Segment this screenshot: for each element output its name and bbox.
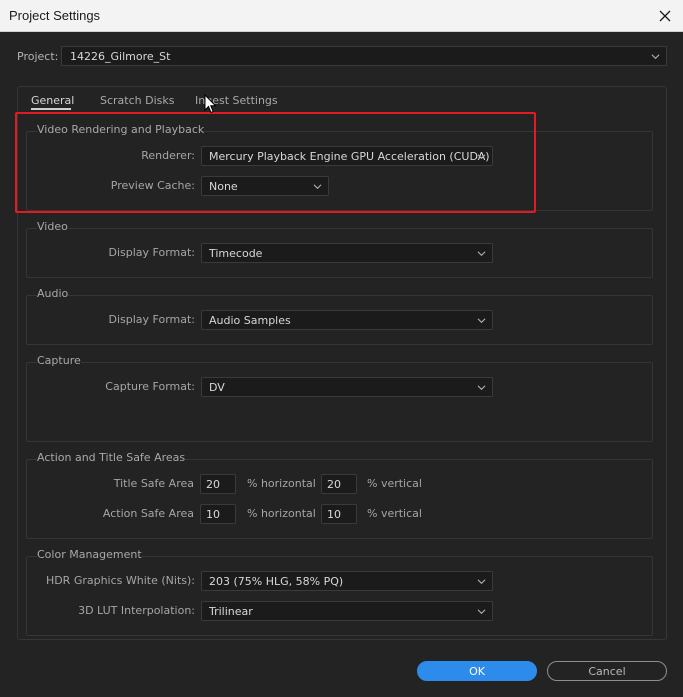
video-display-format-label: Display Format: <box>108 246 195 259</box>
title-safe-vertical-input[interactable]: 20 <box>321 474 357 494</box>
project-label: Project: <box>17 50 59 63</box>
hdr-white-label: HDR Graphics White (Nits): <box>45 574 195 587</box>
mouse-cursor-icon <box>204 94 217 114</box>
chevron-down-icon <box>477 385 486 391</box>
audio-display-format-label: Display Format: <box>108 313 195 326</box>
chevron-down-icon <box>651 54 660 60</box>
tab-general[interactable]: General <box>31 94 74 107</box>
lut-interpolation-label: 3D LUT Interpolation: <box>78 604 195 617</box>
audio-display-format-dropdown[interactable]: Audio Samples <box>201 310 493 330</box>
action-safe-horizontal-unit: % horizontal <box>247 507 316 520</box>
project-value: 14226_Gilmore_St <box>70 50 171 63</box>
group-title: Action and Title Safe Areas <box>37 451 186 464</box>
window-title: Project Settings <box>9 8 101 23</box>
title-safe-label: Title Safe Area <box>113 477 194 490</box>
title-safe-vertical-unit: % vertical <box>367 477 422 490</box>
safe-areas-group: Action and Title Safe Areas <box>26 451 653 539</box>
title-bar: Project Settings <box>0 0 683 32</box>
title-safe-horizontal-unit: % horizontal <box>247 477 316 490</box>
lut-interpolation-dropdown[interactable]: Trilinear <box>201 601 493 621</box>
tab-scratch-disks[interactable]: Scratch Disks <box>100 94 174 107</box>
capture-format-label: Capture Format: <box>105 380 195 393</box>
close-button[interactable] <box>653 4 677 28</box>
capture-format-value: DV <box>209 381 225 394</box>
video-display-format-value: Timecode <box>209 247 263 260</box>
video-display-format-dropdown[interactable]: Timecode <box>201 243 493 263</box>
group-title: Audio <box>37 287 69 300</box>
chevron-down-icon <box>477 251 486 257</box>
close-icon[interactable] <box>653 4 677 28</box>
audio-display-format-value: Audio Samples <box>209 314 291 327</box>
action-safe-vertical-input[interactable]: 10 <box>321 504 357 524</box>
ok-button[interactable]: OK <box>417 661 537 681</box>
chevron-down-icon <box>477 579 486 585</box>
group-title: Video <box>37 220 68 233</box>
cancel-button[interactable]: Cancel <box>547 661 667 681</box>
action-safe-label: Action Safe Area <box>102 507 194 520</box>
chevron-down-icon <box>477 318 486 324</box>
color-management-group: Color Management <box>26 548 653 636</box>
hdr-white-value: 203 (75% HLG, 58% PQ) <box>209 575 344 588</box>
group-title: Color Management <box>37 548 142 561</box>
title-safe-horizontal-input[interactable]: 20 <box>200 474 236 494</box>
capture-format-dropdown[interactable]: DV <box>201 377 493 397</box>
highlight-box <box>15 112 536 213</box>
action-safe-vertical-unit: % vertical <box>367 507 422 520</box>
hdr-white-dropdown[interactable]: 203 (75% HLG, 58% PQ) <box>201 571 493 591</box>
chevron-down-icon <box>477 609 486 615</box>
tab-active-indicator <box>31 108 71 110</box>
group-title: Capture <box>37 354 81 367</box>
capture-group: Capture <box>26 354 653 442</box>
action-safe-horizontal-input[interactable]: 10 <box>200 504 236 524</box>
lut-interpolation-value: Trilinear <box>209 605 253 618</box>
project-select[interactable]: 14226_Gilmore_St <box>61 46 667 66</box>
